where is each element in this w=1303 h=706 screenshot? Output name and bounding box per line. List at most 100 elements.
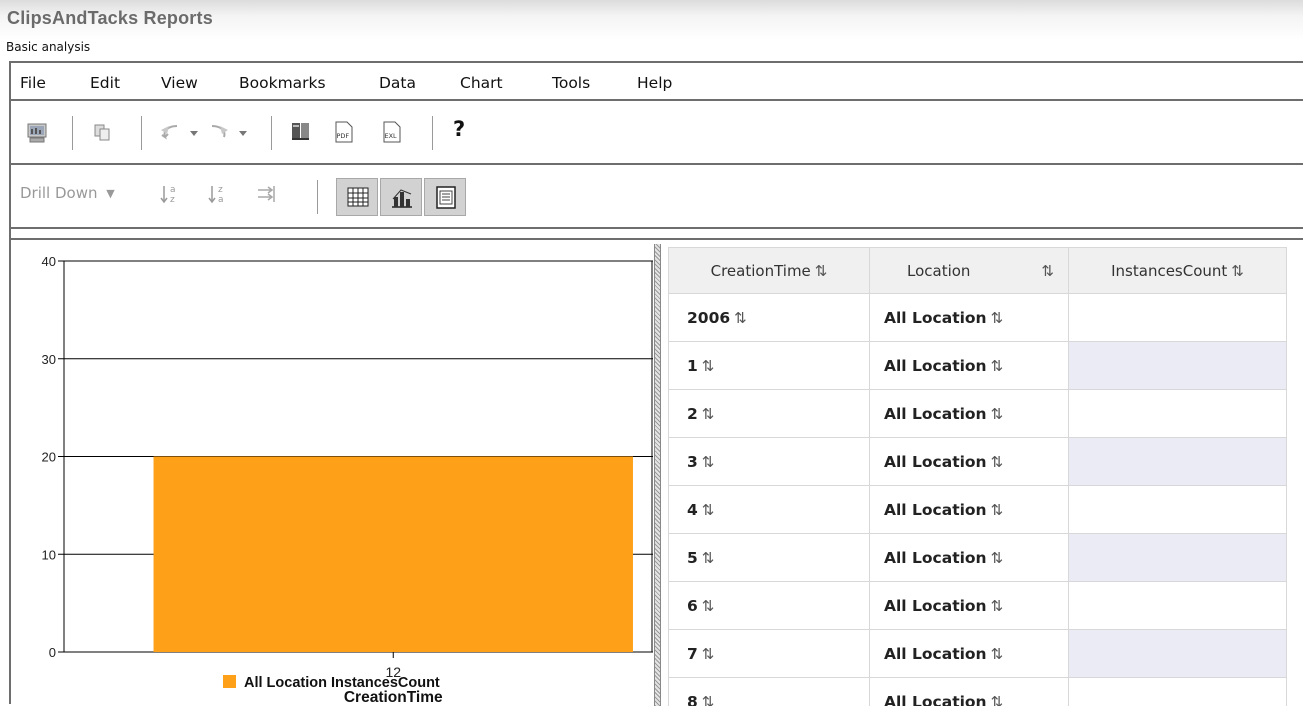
column-header-creationtime[interactable]: CreationTime⇅	[669, 248, 870, 294]
table-view-toggle[interactable]	[336, 178, 378, 216]
instancescount-cell	[1069, 438, 1287, 486]
location-cell[interactable]: All Location⇅	[870, 342, 1069, 390]
sort-icon[interactable]: ⇅	[991, 501, 1004, 519]
swap-axes-icon[interactable]	[255, 183, 277, 209]
creationtime-cell[interactable]: 6⇅	[669, 582, 870, 630]
report-icon[interactable]	[26, 122, 48, 148]
sort-icon[interactable]: ⇅	[991, 357, 1004, 375]
book-icon[interactable]	[290, 120, 312, 146]
menu-edit[interactable]: Edit	[90, 74, 120, 92]
toolbar-band	[11, 229, 1303, 240]
location-cell[interactable]: All Location⇅	[870, 534, 1069, 582]
sort-icon[interactable]: ⇅	[702, 549, 715, 567]
sort-icon[interactable]: ⇅	[991, 405, 1004, 423]
location-cell[interactable]: All Location⇅	[870, 678, 1069, 706]
sort-icon[interactable]: ⇅	[702, 405, 715, 423]
analysis-toolbar: Drill Down ▼ a z z a	[11, 167, 1303, 229]
instancescount-cell	[1069, 390, 1287, 438]
location-cell[interactable]: All Location⇅	[870, 582, 1069, 630]
menu-bookmarks[interactable]: Bookmarks	[239, 74, 326, 92]
instancescount-cell	[1069, 582, 1287, 630]
sort-icon[interactable]: ⇅	[991, 453, 1004, 471]
sort-icon[interactable]: ⇅	[1041, 262, 1054, 280]
table-row: 5⇅All Location⇅	[669, 534, 1287, 582]
sort-icon[interactable]: ⇅	[991, 645, 1004, 663]
creationtime-cell[interactable]: 2006⇅	[669, 294, 870, 342]
location-cell[interactable]: All Location⇅	[870, 294, 1069, 342]
location-cell[interactable]: All Location⇅	[870, 390, 1069, 438]
document-view-icon	[425, 179, 467, 217]
sort-icon[interactable]: ⇅	[702, 645, 715, 663]
instancescount-cell	[1069, 342, 1287, 390]
chart-pane: 01020304012CreationTime All Location Ins…	[11, 244, 654, 706]
creationtime-cell[interactable]: 8⇅	[669, 678, 870, 706]
toolbar-separator	[432, 116, 433, 150]
app-header: ClipsAndTacks Reports	[0, 0, 1303, 40]
menu-bar: File Edit View Bookmarks Data Chart Tool…	[11, 63, 1303, 101]
table-row: 4⇅All Location⇅	[669, 486, 1287, 534]
main-toolbar: PDF EXL ?	[11, 103, 1303, 165]
table-row: 1⇅All Location⇅	[669, 342, 1287, 390]
menu-tools[interactable]: Tools	[552, 74, 590, 92]
sort-icon[interactable]: ⇅	[702, 453, 715, 471]
menu-data[interactable]: Data	[379, 74, 416, 92]
data-grid: CreationTime⇅ Location⇅ InstancesCount⇅ …	[668, 247, 1287, 706]
location-cell[interactable]: All Location⇅	[870, 630, 1069, 678]
sort-icon[interactable]: ⇅	[702, 357, 715, 375]
app-subtitle: Basic analysis	[6, 40, 90, 54]
location-cell[interactable]: All Location⇅	[870, 438, 1069, 486]
sort-icon[interactable]: ⇅	[702, 501, 715, 519]
report-frame: File Edit View Bookmarks Data Chart Tool…	[9, 61, 1303, 704]
creationtime-cell[interactable]: 2⇅	[669, 390, 870, 438]
location-cell[interactable]: All Location⇅	[870, 486, 1069, 534]
sort-icon[interactable]: ⇅	[702, 597, 715, 615]
copy-icon[interactable]	[92, 122, 112, 146]
creationtime-cell[interactable]: 7⇅	[669, 630, 870, 678]
menu-file[interactable]: File	[20, 74, 46, 92]
y-tick-label: 40	[42, 254, 56, 269]
creationtime-cell[interactable]: 3⇅	[669, 438, 870, 486]
pane-splitter[interactable]	[654, 244, 661, 706]
sort-icon[interactable]: ⇅	[991, 549, 1004, 567]
creationtime-cell[interactable]: 1⇅	[669, 342, 870, 390]
x-axis-label: CreationTime	[344, 689, 443, 706]
column-header-location[interactable]: Location⇅	[870, 248, 1069, 294]
y-tick-label: 30	[42, 352, 56, 367]
document-view-toggle[interactable]	[424, 178, 466, 216]
sort-icon[interactable]: ⇅	[991, 597, 1004, 615]
toolbar-separator	[317, 180, 318, 214]
instancescount-cell	[1069, 534, 1287, 582]
creationtime-cell[interactable]: 4⇅	[669, 486, 870, 534]
creationtime-cell[interactable]: 5⇅	[669, 534, 870, 582]
svg-text:z: z	[170, 195, 175, 205]
pdf-icon[interactable]: PDF	[332, 120, 356, 148]
y-tick-label: 20	[42, 450, 56, 465]
table-row: 2⇅All Location⇅	[669, 390, 1287, 438]
sort-icon[interactable]: ⇅	[734, 309, 747, 327]
sort-descending-icon[interactable]: z a	[207, 182, 229, 210]
excel-icon-label: EXL	[385, 132, 398, 140]
bar-chart: 01020304012CreationTime	[11, 244, 654, 706]
help-icon[interactable]: ?	[453, 117, 465, 141]
table-row: 7⇅All Location⇅	[669, 630, 1287, 678]
app-title: ClipsAndTacks Reports	[7, 8, 213, 29]
undo-icon[interactable]	[159, 122, 203, 148]
y-tick-label: 0	[49, 645, 56, 660]
table-row: 8⇅All Location⇅	[669, 678, 1287, 706]
drill-down-label: Drill Down	[20, 184, 98, 202]
column-header-instancescount[interactable]: InstancesCount⇅	[1069, 248, 1287, 294]
bar	[154, 457, 633, 653]
legend-swatch	[223, 675, 236, 688]
sort-icon[interactable]: ⇅	[1231, 262, 1244, 280]
svg-text:a: a	[170, 185, 176, 195]
menu-help[interactable]: Help	[637, 74, 672, 92]
redo-icon[interactable]	[208, 122, 252, 148]
menu-chart[interactable]: Chart	[460, 74, 503, 92]
drill-down-dropdown[interactable]: Drill Down ▼	[20, 184, 115, 202]
excel-icon[interactable]: EXL	[380, 120, 404, 148]
menu-view[interactable]: View	[161, 74, 198, 92]
sort-icon[interactable]: ⇅	[991, 309, 1004, 327]
sort-ascending-icon[interactable]: a z	[159, 182, 181, 210]
sort-icon[interactable]: ⇅	[815, 262, 828, 280]
chart-view-toggle[interactable]	[380, 178, 422, 216]
